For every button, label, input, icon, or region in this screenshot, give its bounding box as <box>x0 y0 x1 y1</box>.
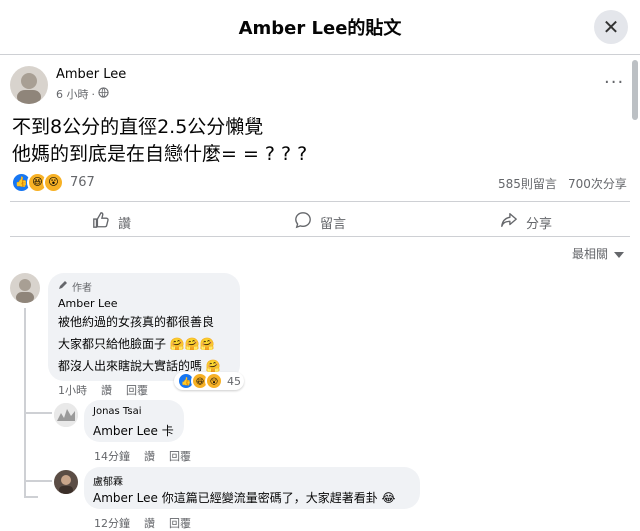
hug-emoji: 🤗 <box>205 359 221 373</box>
caret-down-icon <box>614 247 625 261</box>
avatar[interactable] <box>10 66 48 104</box>
laugh-emoji: 😂 <box>381 491 396 505</box>
scrollbar[interactable] <box>632 60 638 120</box>
mention-link[interactable]: Amber Lee <box>93 424 158 438</box>
reply-bubble: 盧郁霖 Amber Lee 你這篇已經變流量密碼了，大家趕著看卦 😂 <box>84 467 420 509</box>
comment-reply-button[interactable]: 回覆 <box>126 382 148 398</box>
comment-icon <box>294 211 312 233</box>
reply-reply-button[interactable]: 回覆 <box>169 515 191 531</box>
reply-avatar[interactable] <box>54 403 78 427</box>
reply-text: Amber Lee 你這篇已經變流量密碼了，大家趕著看卦 😂 <box>93 491 396 505</box>
reply-avatar[interactable] <box>54 470 78 494</box>
comment-text: 被他約過的女孩真的都很善良 大家都只給他臉面子 🤗🤗🤗 都沒人出來瞎說大實話的嗎… <box>58 315 221 373</box>
close-icon: ✕ <box>602 15 620 39</box>
post-time[interactable]: 6 小時 <box>56 86 89 102</box>
comment-count[interactable]: 585則留言 <box>498 175 557 192</box>
comment-time[interactable]: 1小時 <box>58 382 87 398</box>
share-icon <box>500 211 518 233</box>
share-button[interactable]: 分享 <box>500 211 552 233</box>
page-title: Amber Lee的貼文 <box>238 18 402 39</box>
wow-reaction-icon: 😮 <box>205 372 223 390</box>
comment-avatar[interactable] <box>10 273 40 303</box>
reply-time[interactable]: 12分鐘 <box>94 515 130 531</box>
globe-icon <box>98 87 109 101</box>
reactions-summary[interactable]: 👍 😆 😮 767 <box>11 172 95 193</box>
header-divider <box>0 54 640 55</box>
comment-reactions[interactable]: 👍 😆 😮 45 <box>174 372 244 390</box>
actions-bottom-divider <box>10 236 630 237</box>
reply-like-button[interactable]: 讚 <box>144 515 155 531</box>
comment-like-button[interactable]: 讚 <box>101 382 112 398</box>
mention-link[interactable]: Amber Lee <box>93 491 158 505</box>
close-button[interactable]: ✕ <box>594 10 628 44</box>
wow-reaction-icon: 😮 <box>43 172 64 193</box>
reply-reply-button[interactable]: 回覆 <box>169 448 191 464</box>
reply-author[interactable]: 盧郁霖 <box>93 473 123 488</box>
post-author[interactable]: Amber Lee <box>56 67 126 82</box>
actions-top-divider <box>10 201 630 202</box>
reaction-count: 767 <box>70 175 95 190</box>
pencil-icon <box>58 280 68 293</box>
author-badge: 作者 <box>58 279 92 294</box>
share-count[interactable]: 700次分享 <box>568 175 627 192</box>
like-button[interactable]: 讚 <box>92 211 131 233</box>
reply-time[interactable]: 14分鐘 <box>94 448 130 464</box>
reply-like-button[interactable]: 讚 <box>144 448 155 464</box>
reply-bubble: Jonas Tsai Amber Lee 卡 <box>84 400 184 442</box>
post-text: 不到8公分的直徑2.5公分懶覺 他媽的到底是在自戀什麼= = ? ? ? <box>12 116 308 165</box>
thumbs-up-icon <box>92 211 110 233</box>
sort-dropdown[interactable]: 最相關 <box>572 245 625 262</box>
comment-bubble: 作者 Amber Lee 被他約過的女孩真的都很善良 大家都只給他臉面子 🤗🤗🤗… <box>48 273 240 381</box>
hug-emoji: 🤗🤗🤗 <box>169 337 215 351</box>
comment-author[interactable]: Amber Lee <box>58 297 117 310</box>
thread-line <box>24 308 26 498</box>
more-options-icon[interactable]: ··· <box>604 72 624 93</box>
reply-author[interactable]: Jonas Tsai <box>93 406 142 417</box>
comment-button[interactable]: 留言 <box>294 211 346 233</box>
reply-text: Amber Lee 卡 <box>93 424 174 438</box>
